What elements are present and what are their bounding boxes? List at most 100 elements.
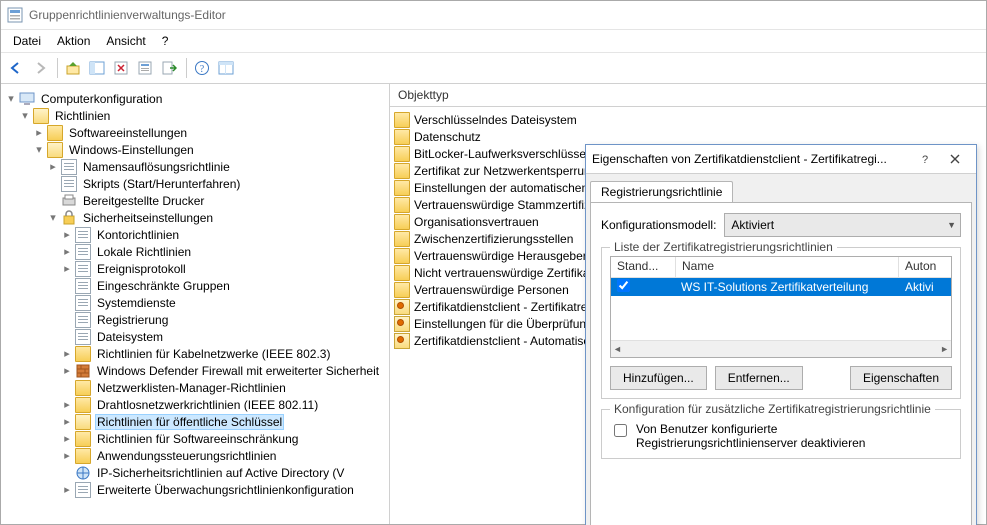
expander-icon[interactable]: ▸ — [33, 127, 45, 139]
export-button[interactable] — [158, 57, 180, 79]
folder-icon — [75, 414, 91, 430]
tree-drahtlos[interactable]: ▸Drahtlosnetzwerkrichtlinien (IEEE 802.1… — [5, 396, 387, 413]
tree-anwendungssteuerung[interactable]: ▸Anwendungssteuerungsrichtlinien — [5, 447, 387, 464]
folder-icon — [394, 112, 410, 128]
nav-forward-button[interactable] — [29, 57, 51, 79]
tree-pane[interactable]: ▾Computerkonfiguration ▾Richtlinien ▸Sof… — [1, 84, 390, 524]
tab-registrierungsrichtlinie[interactable]: Registrierungsrichtlinie — [590, 181, 733, 202]
tree-erweiterte-ueberwachung[interactable]: ▸Erweiterte Überwachungsrichtlinienkonfi… — [5, 481, 387, 498]
ipsec-icon — [75, 465, 91, 481]
scroll-right-icon[interactable]: ► — [940, 344, 949, 354]
properties-dialog: Eigenschaften von Zertifikatdienstclient… — [585, 144, 977, 525]
policy-icon — [75, 244, 91, 260]
expander-icon[interactable]: ▸ — [61, 399, 73, 411]
list-item[interactable]: Verschlüsselndes Dateisystem — [394, 111, 982, 128]
menu-file[interactable]: Datei — [5, 32, 49, 50]
tabstrip: Registrierungsrichtlinie — [586, 174, 976, 202]
tree-kontorichtlinien[interactable]: ▸Kontorichtlinien — [5, 226, 387, 243]
expander-icon[interactable]: ▸ — [61, 263, 73, 275]
expander-icon[interactable]: ▸ — [61, 484, 73, 496]
column-header-name[interactable]: Name — [676, 257, 899, 277]
expander-icon[interactable]: ▸ — [61, 416, 73, 428]
tree-registrierung[interactable]: Registrierung — [5, 311, 387, 328]
expander-icon[interactable]: ▸ — [61, 365, 73, 377]
expander-icon[interactable]: ▸ — [61, 229, 73, 241]
tree-sicherheitseinstellungen[interactable]: ▾Sicherheitseinstellungen — [5, 209, 387, 226]
tree-netzwerklisten[interactable]: Netzwerklisten-Manager-Richtlinien — [5, 379, 387, 396]
folder-icon — [394, 197, 410, 213]
tree-dateisystem[interactable]: Dateisystem — [5, 328, 387, 345]
firewall-icon — [75, 363, 91, 379]
policy-default-checkbox[interactable] — [617, 279, 630, 292]
row-properties-button[interactable]: Eigenschaften — [850, 366, 952, 390]
policy-icon — [61, 159, 77, 175]
certificate-icon — [394, 333, 410, 349]
menu-help[interactable]: ? — [154, 32, 177, 50]
expander-icon[interactable]: ▸ — [47, 161, 59, 173]
tree-eingeschraenkte-gruppen[interactable]: Eingeschränkte Gruppen — [5, 277, 387, 294]
expander-icon[interactable]: ▸ — [61, 433, 73, 445]
close-button[interactable] — [940, 149, 970, 169]
policy-row[interactable]: WS IT-Solutions Zertifikatverteilung Akt… — [611, 278, 951, 296]
menu-action[interactable]: Aktion — [49, 32, 98, 50]
help-button[interactable]: ? — [910, 149, 940, 169]
folder-icon — [33, 108, 49, 124]
column-header-auto[interactable]: Auton — [899, 257, 951, 277]
delete-button[interactable] — [110, 57, 132, 79]
config-model-combobox[interactable]: Aktiviert ▼ — [724, 213, 961, 237]
folder-icon — [75, 397, 91, 413]
tree-ereignisprotokoll[interactable]: ▸Ereignisprotokoll — [5, 260, 387, 277]
menu-view[interactable]: Ansicht — [98, 32, 153, 50]
printer-icon — [61, 193, 77, 209]
tree-defender-firewall[interactable]: ▸Windows Defender Firewall mit erweitert… — [5, 362, 387, 379]
titlebar: Gruppenrichtlinienverwaltungs-Editor — [1, 1, 986, 30]
tree-bereitgestellte-drucker[interactable]: Bereitgestellte Drucker — [5, 192, 387, 209]
policy-listview[interactable]: Stand... Name Auton WS IT-Solutions Zert… — [610, 256, 952, 358]
config-model-label: Konfigurationsmodell: — [601, 218, 716, 232]
tree-namensaufloesung[interactable]: ▸Namensauflösungsrichtlinie — [5, 158, 387, 175]
security-icon — [61, 210, 77, 226]
folder-icon — [47, 125, 63, 141]
help-button[interactable]: ? — [191, 57, 213, 79]
tree-skripts[interactable]: Skripts (Start/Herunterfahren) — [5, 175, 387, 192]
tree-softwareeinschraenkung[interactable]: ▸Richtlinien für Softwareeinschränkung — [5, 430, 387, 447]
tree-root[interactable]: ▾Computerkonfiguration — [5, 90, 387, 107]
window-title: Gruppenrichtlinienverwaltungs-Editor — [29, 8, 226, 22]
scroll-left-icon[interactable]: ◄ — [613, 344, 622, 354]
tree-softwareeinstellungen[interactable]: ▸Softwareeinstellungen — [5, 124, 387, 141]
config-model-value: Aktiviert — [731, 218, 774, 232]
properties-button[interactable] — [134, 57, 156, 79]
expander-icon[interactable]: ▾ — [19, 110, 31, 122]
policy-row-auto: Aktivi — [899, 280, 951, 294]
expander-icon[interactable]: ▸ — [61, 450, 73, 462]
group-legend: Konfiguration für zusätzliche Zertifikat… — [610, 402, 935, 416]
tree-windows-einstellungen[interactable]: ▾Windows-Einstellungen — [5, 141, 387, 158]
expander-icon[interactable]: ▾ — [47, 212, 59, 224]
dialog-title: Eigenschaften von Zertifikatdienstclient… — [592, 152, 910, 166]
expander-icon[interactable]: ▸ — [61, 348, 73, 360]
tree-public-key[interactable]: ▸Richtlinien für öffentliche Schlüssel — [5, 413, 387, 430]
tab-page: Konfigurationsmodell: Aktiviert ▼ Liste … — [590, 202, 972, 525]
show-hide-tree-button[interactable] — [86, 57, 108, 79]
policy-icon — [75, 278, 91, 294]
tree-ipsec[interactable]: IP-Sicherheitsrichtlinien auf Active Dir… — [5, 464, 387, 481]
tree-richtlinien[interactable]: ▾Richtlinien — [5, 107, 387, 124]
horizontal-scrollbar[interactable]: ◄► — [611, 340, 951, 357]
expander-icon[interactable]: ▸ — [61, 246, 73, 258]
filter-button[interactable] — [215, 57, 237, 79]
tree-systemdienste[interactable]: Systemdienste — [5, 294, 387, 311]
column-header-standard[interactable]: Stand... — [611, 257, 676, 277]
add-button[interactable]: Hinzufügen... — [610, 366, 707, 390]
tree-lokale-richtlinien[interactable]: ▸Lokale Richtlinien — [5, 243, 387, 260]
disable-user-servers-checkbox[interactable] — [614, 424, 627, 437]
chevron-down-icon: ▼ — [947, 220, 956, 230]
expander-icon[interactable]: ▾ — [5, 93, 17, 105]
up-button[interactable] — [62, 57, 84, 79]
column-header-objekttyp[interactable]: Objekttyp — [390, 84, 986, 107]
tree-kabelnetz[interactable]: ▸Richtlinien für Kabelnetzwerke (IEEE 80… — [5, 345, 387, 362]
nav-back-button[interactable] — [5, 57, 27, 79]
computer-icon — [19, 91, 35, 107]
remove-button[interactable]: Entfernen... — [715, 366, 803, 390]
list-item[interactable]: Datenschutz — [394, 128, 982, 145]
expander-icon[interactable]: ▾ — [33, 144, 45, 156]
